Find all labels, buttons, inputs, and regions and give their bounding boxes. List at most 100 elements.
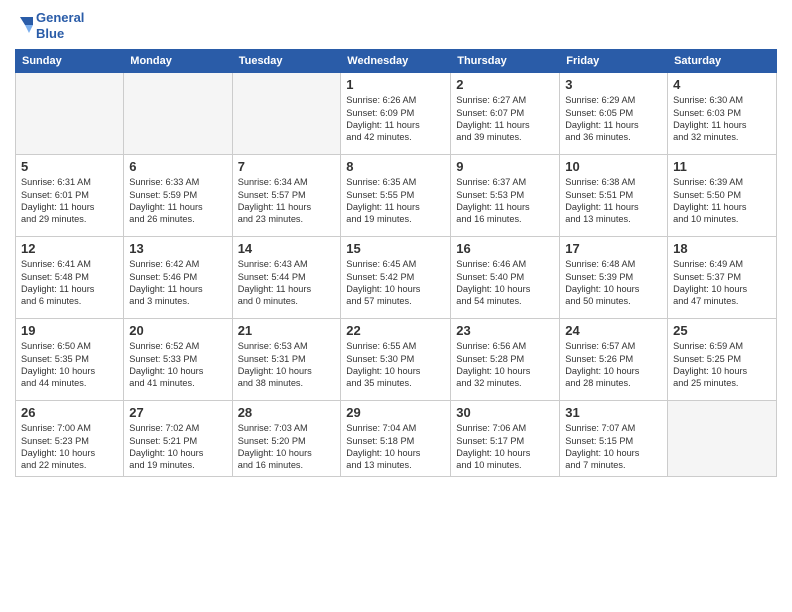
calendar-cell — [124, 73, 232, 155]
day-info: Sunrise: 6:33 AM Sunset: 5:59 PM Dayligh… — [129, 176, 226, 226]
calendar-cell: 16 Sunrise: 6:46 AM Sunset: 5:40 PM Dayli… — [451, 237, 560, 319]
calendar-cell: 10Sunrise: 6:38 AM Sunset: 5:51 PM Dayli… — [560, 155, 668, 237]
calendar-cell: 18 Sunrise: 6:49 AM Sunset: 5:37 PM Dayli… — [668, 237, 777, 319]
day-number: 20 — [129, 323, 226, 338]
day-info: Sunrise: 6:46 AM Sunset: 5:40 PM Dayligh… — [456, 258, 554, 308]
calendar-cell: 24 Sunrise: 6:57 AM Sunset: 5:26 PM Dayli… — [560, 319, 668, 401]
weekday-header-row: SundayMondayTuesdayWednesdayThursdayFrid… — [16, 50, 777, 73]
calendar-cell: 23 Sunrise: 6:56 AM Sunset: 5:28 PM Dayli… — [451, 319, 560, 401]
calendar-cell: 27Sunrise: 7:02 AM Sunset: 5:21 PM Dayli… — [124, 401, 232, 477]
calendar-cell: 2Sunrise: 6:27 AM Sunset: 6:07 PM Daylig… — [451, 73, 560, 155]
calendar-cell — [232, 73, 341, 155]
logo-wordmark: General Blue — [15, 10, 84, 41]
day-number: 17 — [565, 241, 662, 256]
weekday-header: Saturday — [668, 50, 777, 73]
calendar-cell: 25 Sunrise: 6:59 AM Sunset: 5:25 PM Dayli… — [668, 319, 777, 401]
day-number: 31 — [565, 405, 662, 420]
day-info: Sunrise: 6:37 AM Sunset: 5:53 PM Dayligh… — [456, 176, 554, 226]
day-info: Sunrise: 6:31 AM Sunset: 6:01 PM Dayligh… — [21, 176, 118, 226]
calendar-week-row: 5 Sunrise: 6:31 AM Sunset: 6:01 PM Daylig… — [16, 155, 777, 237]
day-number: 3 — [565, 77, 662, 92]
calendar-week-row: 12 Sunrise: 6:41 AM Sunset: 5:48 PM Dayli… — [16, 237, 777, 319]
calendar-cell: 22 Sunrise: 6:55 AM Sunset: 5:30 PM Dayli… — [341, 319, 451, 401]
calendar-cell: 31 Sunrise: 7:07 AM Sunset: 5:15 PM Dayli… — [560, 401, 668, 477]
calendar-cell: 14Sunrise: 6:43 AM Sunset: 5:44 PM Dayli… — [232, 237, 341, 319]
day-info: Sunrise: 6:59 AM Sunset: 5:25 PM Dayligh… — [673, 340, 771, 390]
calendar-cell: 20Sunrise: 6:52 AM Sunset: 5:33 PM Dayli… — [124, 319, 232, 401]
logo-line1: General — [36, 10, 84, 26]
calendar-cell: 28Sunrise: 7:03 AM Sunset: 5:20 PM Dayli… — [232, 401, 341, 477]
weekday-header: Thursday — [451, 50, 560, 73]
day-number: 19 — [21, 323, 118, 338]
day-number: 16 — [456, 241, 554, 256]
day-number: 14 — [238, 241, 336, 256]
day-number: 21 — [238, 323, 336, 338]
day-number: 5 — [21, 159, 118, 174]
day-info: Sunrise: 6:57 AM Sunset: 5:26 PM Dayligh… — [565, 340, 662, 390]
calendar-cell: 30 Sunrise: 7:06 AM Sunset: 5:17 PM Dayli… — [451, 401, 560, 477]
day-info: Sunrise: 6:39 AM Sunset: 5:50 PM Dayligh… — [673, 176, 771, 226]
calendar-cell: 26Sunrise: 7:00 AM Sunset: 5:23 PM Dayli… — [16, 401, 124, 477]
day-info: Sunrise: 6:45 AM Sunset: 5:42 PM Dayligh… — [346, 258, 445, 308]
day-number: 9 — [456, 159, 554, 174]
day-number: 1 — [346, 77, 445, 92]
day-number: 29 — [346, 405, 445, 420]
day-info: Sunrise: 6:50 AM Sunset: 5:35 PM Dayligh… — [21, 340, 118, 390]
logo: General Blue — [15, 10, 84, 41]
day-info: Sunrise: 6:41 AM Sunset: 5:48 PM Dayligh… — [21, 258, 118, 308]
calendar-cell: 4 Sunrise: 6:30 AM Sunset: 6:03 PM Daylig… — [668, 73, 777, 155]
day-number: 25 — [673, 323, 771, 338]
day-info: Sunrise: 7:07 AM Sunset: 5:15 PM Dayligh… — [565, 422, 662, 472]
day-info: Sunrise: 6:53 AM Sunset: 5:31 PM Dayligh… — [238, 340, 336, 390]
calendar-cell: 6 Sunrise: 6:33 AM Sunset: 5:59 PM Daylig… — [124, 155, 232, 237]
calendar-cell: 1 Sunrise: 6:26 AM Sunset: 6:09 PM Daylig… — [341, 73, 451, 155]
day-number: 24 — [565, 323, 662, 338]
calendar-week-row: 26Sunrise: 7:00 AM Sunset: 5:23 PM Dayli… — [16, 401, 777, 477]
day-number: 13 — [129, 241, 226, 256]
day-info: Sunrise: 6:56 AM Sunset: 5:28 PM Dayligh… — [456, 340, 554, 390]
day-info: Sunrise: 6:29 AM Sunset: 6:05 PM Dayligh… — [565, 94, 662, 144]
logo-line2: Blue — [36, 26, 84, 42]
page: General Blue SundayMondayTuesdayWednesda… — [0, 0, 792, 612]
day-info: Sunrise: 6:48 AM Sunset: 5:39 PM Dayligh… — [565, 258, 662, 308]
day-info: Sunrise: 7:06 AM Sunset: 5:17 PM Dayligh… — [456, 422, 554, 472]
day-number: 23 — [456, 323, 554, 338]
day-info: Sunrise: 6:26 AM Sunset: 6:09 PM Dayligh… — [346, 94, 445, 144]
day-number: 18 — [673, 241, 771, 256]
calendar-cell: 9 Sunrise: 6:37 AM Sunset: 5:53 PM Daylig… — [451, 155, 560, 237]
calendar-cell: 13 Sunrise: 6:42 AM Sunset: 5:46 PM Dayli… — [124, 237, 232, 319]
day-number: 2 — [456, 77, 554, 92]
calendar-cell: 15Sunrise: 6:45 AM Sunset: 5:42 PM Dayli… — [341, 237, 451, 319]
day-info: Sunrise: 6:49 AM Sunset: 5:37 PM Dayligh… — [673, 258, 771, 308]
day-number: 7 — [238, 159, 336, 174]
calendar-cell: 3 Sunrise: 6:29 AM Sunset: 6:05 PM Daylig… — [560, 73, 668, 155]
logo-bird-icon — [15, 13, 33, 39]
calendar-week-row: 19 Sunrise: 6:50 AM Sunset: 5:35 PM Dayli… — [16, 319, 777, 401]
day-info: Sunrise: 6:30 AM Sunset: 6:03 PM Dayligh… — [673, 94, 771, 144]
calendar-cell — [668, 401, 777, 477]
weekday-header: Sunday — [16, 50, 124, 73]
header: General Blue — [15, 10, 777, 41]
day-number: 10 — [565, 159, 662, 174]
calendar-cell: 5 Sunrise: 6:31 AM Sunset: 6:01 PM Daylig… — [16, 155, 124, 237]
day-number: 30 — [456, 405, 554, 420]
day-number: 6 — [129, 159, 226, 174]
day-number: 12 — [21, 241, 118, 256]
day-info: Sunrise: 6:35 AM Sunset: 5:55 PM Dayligh… — [346, 176, 445, 226]
weekday-header: Friday — [560, 50, 668, 73]
day-number: 22 — [346, 323, 445, 338]
day-info: Sunrise: 7:03 AM Sunset: 5:20 PM Dayligh… — [238, 422, 336, 472]
calendar-cell: 19 Sunrise: 6:50 AM Sunset: 5:35 PM Dayli… — [16, 319, 124, 401]
day-info: Sunrise: 7:04 AM Sunset: 5:18 PM Dayligh… — [346, 422, 445, 472]
calendar-cell — [16, 73, 124, 155]
calendar-cell: 8Sunrise: 6:35 AM Sunset: 5:55 PM Daylig… — [341, 155, 451, 237]
day-info: Sunrise: 6:42 AM Sunset: 5:46 PM Dayligh… — [129, 258, 226, 308]
weekday-header: Wednesday — [341, 50, 451, 73]
day-number: 11 — [673, 159, 771, 174]
calendar-cell: 29 Sunrise: 7:04 AM Sunset: 5:18 PM Dayli… — [341, 401, 451, 477]
day-number: 4 — [673, 77, 771, 92]
weekday-header: Tuesday — [232, 50, 341, 73]
calendar-cell: 12 Sunrise: 6:41 AM Sunset: 5:48 PM Dayli… — [16, 237, 124, 319]
calendar-cell: 21 Sunrise: 6:53 AM Sunset: 5:31 PM Dayli… — [232, 319, 341, 401]
day-info: Sunrise: 6:55 AM Sunset: 5:30 PM Dayligh… — [346, 340, 445, 390]
